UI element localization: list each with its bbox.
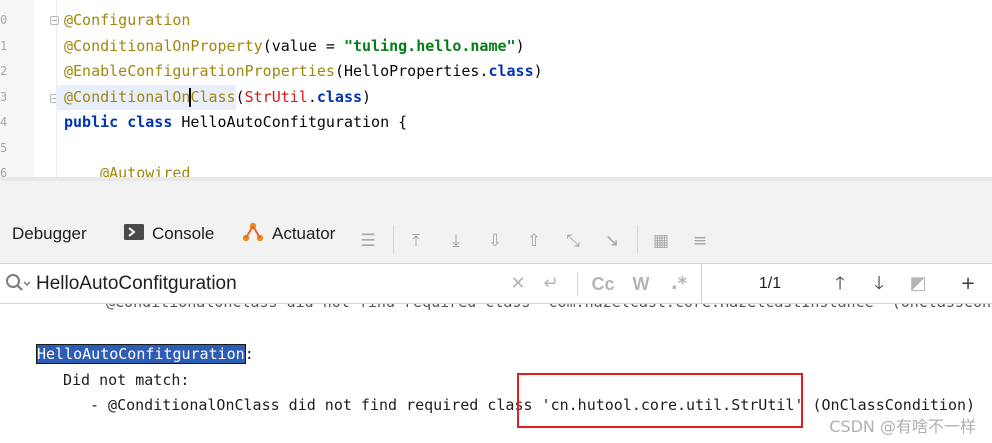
tab-label: Debugger: [12, 224, 87, 243]
annotation-highlight-box: [517, 373, 803, 428]
search-match-highlight: HelloAutoConfitguration: [36, 344, 246, 364]
add-selection-icon[interactable]: +: [955, 273, 981, 295]
fold-gutter: [34, 0, 57, 181]
run-to-cursor-icon[interactable]: ⤡: [563, 231, 583, 251]
tab-actuator[interactable]: Actuator: [242, 221, 335, 247]
previous-occurrence-icon[interactable]: 🡑: [829, 273, 851, 295]
match-count: 1/1: [758, 275, 782, 292]
line-number: 1: [0, 39, 8, 53]
fold-marker-icon[interactable]: [50, 16, 59, 25]
console-line: HelloAutoConfitguration:: [36, 344, 254, 364]
code-line: @EnableConfigurationProperties(HelloProp…: [64, 62, 543, 80]
code-line: @Configuration: [64, 11, 191, 29]
tab-console[interactable]: Console: [124, 221, 214, 247]
code-line: public class HelloAutoConfitguration {: [64, 113, 408, 131]
code-editor[interactable]: 0 1 2 3 4 5 6 @Configuration @Conditiona…: [0, 0, 992, 181]
table-icon[interactable]: ▦: [651, 231, 671, 251]
tab-label: Actuator: [272, 224, 336, 243]
evaluate-icon[interactable]: ↘: [602, 231, 622, 251]
debug-tool-window-header: Debugger Console Actuator ☰ ⤒ ⤓ ⇩ ⇧ ⤡ ↘ …: [0, 181, 992, 263]
words-icon[interactable]: W: [630, 273, 652, 295]
line-number: 2: [0, 64, 8, 78]
actuator-icon: [242, 222, 264, 247]
line-number: 3: [0, 90, 8, 104]
step-into-icon[interactable]: ⇩: [485, 231, 505, 251]
line-number: 0: [0, 13, 8, 27]
step-over-icon[interactable]: ⤓: [446, 231, 466, 251]
divider: [577, 272, 578, 296]
console-icon: [124, 223, 144, 245]
clear-icon[interactable]: ✕: [509, 273, 527, 295]
console-search-bar: ✕ ↵ Cc W .* 1/1 🡑 🡓 ◩ +: [0, 263, 992, 304]
line-number: 4: [0, 115, 8, 129]
divider: [393, 225, 394, 253]
watermark: CSDN @有啥不一样: [829, 417, 976, 436]
settings-list-icon[interactable]: ≡: [690, 231, 710, 251]
code-line: @ConditionalOnClass(StrUtil.class): [64, 88, 372, 106]
divider: [637, 225, 638, 253]
new-line-icon[interactable]: ↵: [540, 273, 562, 295]
search-icon[interactable]: [4, 272, 34, 296]
text-caret: [189, 88, 191, 107]
code-line: @ConditionalOnProperty(value = "tuling.h…: [64, 37, 525, 55]
layout-icon[interactable]: ☰: [358, 231, 378, 251]
tab-debugger[interactable]: Debugger: [12, 221, 87, 247]
divider: [701, 264, 702, 303]
regex-icon[interactable]: .*: [668, 273, 690, 295]
next-occurrence-icon[interactable]: 🡓: [868, 273, 890, 295]
line-number: 5: [0, 141, 8, 155]
line-number-gutter: 0 1 2 3 4 5 6: [0, 0, 34, 181]
console-line: @ConditionalOnClass did not find require…: [106, 304, 991, 312]
search-input[interactable]: [36, 268, 496, 300]
match-case-icon[interactable]: Cc: [590, 273, 616, 295]
filter-icon[interactable]: ◩: [907, 273, 929, 295]
show-execution-point-icon[interactable]: ⤒: [406, 231, 426, 251]
step-out-icon[interactable]: ⇧: [524, 231, 544, 251]
console-line: Did not match:: [63, 371, 190, 389]
tab-label: Console: [152, 224, 215, 243]
